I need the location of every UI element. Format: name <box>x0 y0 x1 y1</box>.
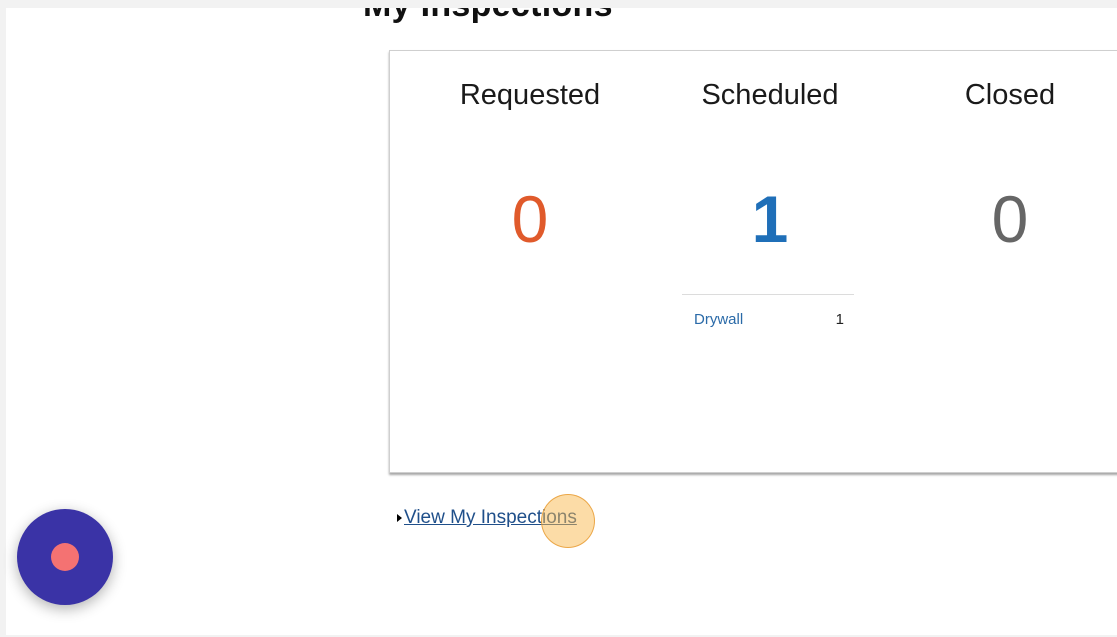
requested-label: Requested <box>459 79 601 111</box>
requested-count[interactable]: 0 <box>410 179 650 259</box>
click-indicator <box>541 494 595 548</box>
breakdown-value-drywall: 1 <box>835 311 844 328</box>
record-icon <box>51 543 79 571</box>
closed-label: Closed <box>964 79 1056 111</box>
closed-column: Closed 0 <box>890 51 1117 472</box>
scheduled-count[interactable]: 1 <box>650 179 890 259</box>
breakdown-row[interactable]: Drywall 1 <box>682 295 854 328</box>
inspections-summary-card: Requested 0 Scheduled 1 Drywall 1 Closed… <box>389 50 1117 473</box>
requested-column: Requested 0 <box>410 51 650 472</box>
record-button[interactable] <box>17 509 113 605</box>
caret-right-icon <box>397 513 402 522</box>
closed-count[interactable]: 0 <box>890 179 1117 259</box>
scheduled-column: Scheduled 1 Drywall 1 <box>650 51 890 472</box>
scheduled-breakdown: Drywall 1 <box>682 294 854 328</box>
page-title: My Inspections <box>363 8 613 25</box>
scheduled-label: Scheduled <box>701 79 839 111</box>
breakdown-label-drywall[interactable]: Drywall <box>694 311 743 328</box>
page-container: My Inspections Requested 0 Scheduled 1 D… <box>6 8 1117 635</box>
